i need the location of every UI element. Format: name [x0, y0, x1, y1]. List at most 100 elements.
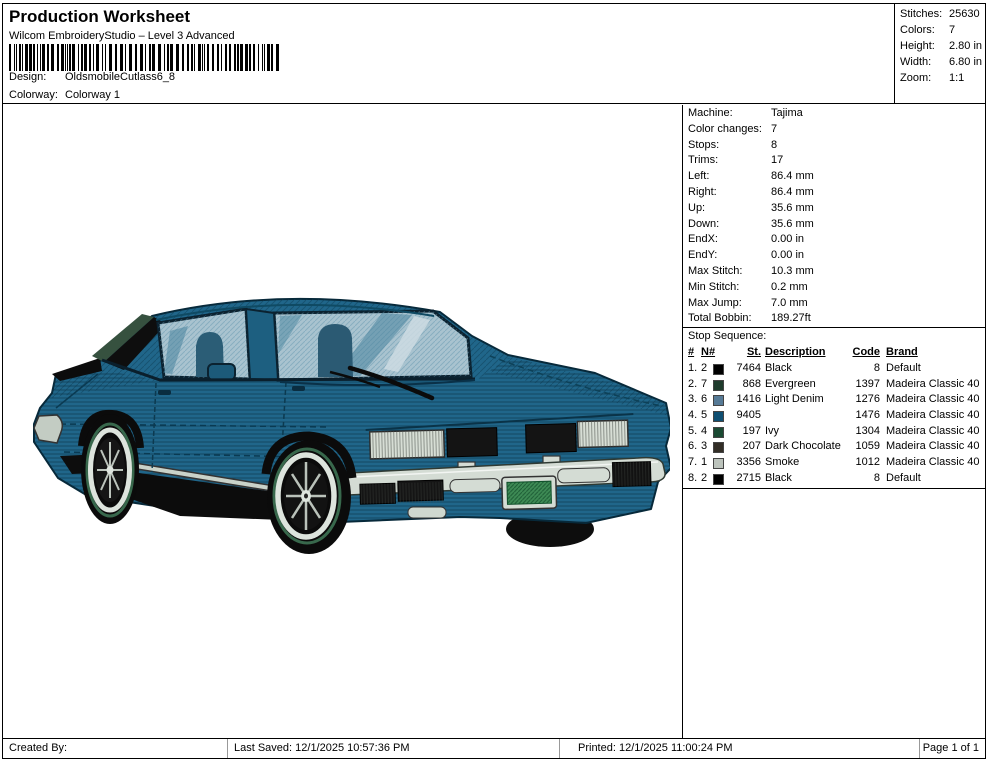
design-label: Design:: [9, 71, 65, 83]
machine-info-row: Trims:17: [683, 154, 986, 170]
thread-color-swatch: [713, 442, 724, 453]
b-pillar: [246, 309, 278, 380]
machine-info-list: Machine:TajimaColor changes: 7 Stops: 8 Trim…: [683, 107, 986, 328]
needle-number: 2: [701, 362, 713, 374]
column-header: Brand: [886, 346, 985, 358]
machine-info-row: EndX:0.00 in: [683, 233, 986, 249]
page-number: Page 1 of 1: [920, 739, 985, 759]
stop-sequence-row: 3.61416Light Denim1276Madeira Classic 40: [683, 393, 986, 409]
stop-sequence-header: #N#St.DescriptionCodeBrand: [683, 346, 986, 362]
machine-info-row: Min Stitch:0.2 mm: [683, 281, 986, 297]
app-subtitle: Wilcom EmbroideryStudio – Level 3 Advanc…: [9, 30, 235, 42]
thread-brand: Madeira Classic 40: [886, 393, 985, 405]
machine-panel: Machine:TajimaColor changes: 7 Stops: 8 Trim…: [682, 105, 986, 738]
thread-code: 1059: [833, 440, 880, 452]
machine-info-label: Color changes:: [688, 123, 762, 135]
thread-color-swatch: [713, 380, 724, 391]
embroidery-artwork: [30, 276, 670, 568]
machine-info-label: Stops:: [688, 139, 719, 151]
stat-row: Stitches:25630: [895, 8, 986, 24]
machine-info-label: Total Bobbin:: [688, 312, 752, 324]
stop-sequence-row: 1.27464Black8Default: [683, 362, 986, 378]
needle-number: 5: [701, 409, 713, 421]
thread-code: 1397: [833, 378, 880, 390]
last-saved: Last Saved: 12/1/2025 10:57:36 PM: [228, 739, 560, 759]
machine-info-row: Right:86.4 mm: [683, 186, 986, 202]
column-header: St.: [724, 346, 761, 358]
stat-row: Zoom: 1:1: [895, 72, 986, 88]
front-marker: [408, 507, 446, 518]
machine-info-label: Trims:: [688, 154, 718, 166]
stop-number: 1.: [688, 362, 701, 374]
stat-label: Stitches:: [900, 8, 942, 20]
stitch-count: 197: [724, 425, 761, 437]
stop-number: 5.: [688, 425, 701, 437]
page-title: Production Worksheet: [9, 7, 190, 27]
design-stats-list: Stitches:25630Colors:7Height:2.80 inWidt…: [895, 8, 986, 88]
machine-info-row: EndY:0.00 in: [683, 249, 986, 265]
thread-brand: Madeira Classic 40: [886, 409, 985, 421]
stop-number: 2.: [688, 378, 701, 390]
stop-number: 8.: [688, 472, 701, 484]
machine-info-value: 35.6 mm: [771, 202, 814, 214]
stop-sequence-row: 7.13356Smoke1012Madeira Classic 40: [683, 456, 986, 472]
rear-wheel: [81, 414, 139, 524]
valance-bar: [450, 479, 500, 493]
machine-info-value: 10.3 mm: [771, 265, 814, 277]
machine-info-label: Up:: [688, 202, 705, 214]
front-wheel: [267, 440, 351, 554]
design-stats-box: Stitches:25630Colors:7Height:2.80 inWidt…: [894, 4, 986, 104]
thread-brand: Default: [886, 362, 985, 374]
needle-number: 7: [701, 378, 713, 390]
stat-value: 1:1: [949, 72, 964, 84]
machine-info-label: Max Jump:: [688, 297, 742, 309]
thread-code: 1012: [833, 456, 880, 468]
windows: [158, 309, 471, 380]
column-header: #: [688, 346, 701, 358]
valance-bar-2: [558, 468, 610, 483]
thread-brand: Default: [886, 472, 985, 484]
design-canvas: [30, 276, 670, 568]
machine-info-value: 7.0 mm: [771, 297, 808, 309]
thread-code: 1304: [833, 425, 880, 437]
thread-brand: Madeira Classic 40: [886, 425, 985, 437]
machine-info-label: Machine:: [688, 107, 733, 119]
column-header: Code: [833, 346, 880, 358]
machine-info-row: Total Bobbin:189.27ft: [683, 312, 986, 328]
stop-sequence-row: 2.7868Evergreen1397Madeira Classic 40: [683, 378, 986, 394]
created-by: Created By:: [3, 739, 228, 759]
machine-info-value: 35.6 mm: [771, 218, 814, 230]
stat-row: Width:6.80 in: [895, 56, 986, 72]
thread-code: 8: [833, 362, 880, 374]
machine-info-row: Stops: 8: [683, 139, 986, 155]
stat-label: Zoom:: [900, 72, 931, 84]
stitch-count: 868: [724, 378, 761, 390]
column-header: N#: [701, 346, 713, 358]
machine-info-row: Machine:Tajima: [683, 107, 986, 123]
machine-info-row: Max Jump: 7.0 mm: [683, 297, 986, 313]
stat-value: 6.80 in: [949, 56, 982, 68]
thread-code: 1276: [833, 393, 880, 405]
thread-color-swatch: [713, 458, 724, 469]
stat-row: Height:2.80 in: [895, 40, 986, 56]
machine-info-value: 86.4 mm: [771, 170, 814, 182]
grille-slot-left: [447, 428, 498, 457]
footer-bar: Created By: Last Saved: 12/1/2025 10:57:…: [3, 738, 985, 758]
machine-info-row: Down:35.6 mm: [683, 218, 986, 234]
stop-sequence-row: 5.4197Ivy1304Madeira Classic 40: [683, 425, 986, 441]
machine-info-label: EndY:: [688, 249, 717, 261]
thread-brand: Madeira Classic 40: [886, 456, 985, 468]
stop-sequence-title: Stop Sequence:: [683, 327, 986, 345]
rear-bumper: [34, 415, 62, 443]
machine-info-value: 7: [771, 123, 777, 135]
printed: Printed: 12/1/2025 11:00:24 PM: [560, 739, 920, 759]
grille-slot-right: [526, 424, 577, 453]
machine-info-value: 8: [771, 139, 777, 151]
needle-number: 1: [701, 456, 713, 468]
machine-info-label: Max Stitch:: [688, 265, 742, 277]
stop-number: 7.: [688, 456, 701, 468]
design-row: Design:OldsmobileCutlass6_8: [9, 71, 175, 83]
thread-brand: Madeira Classic 40: [886, 378, 985, 390]
stitch-count: 3356: [724, 456, 761, 468]
stop-sequence-row: 6.3207Dark Chocolate1059Madeira Classic …: [683, 440, 986, 456]
